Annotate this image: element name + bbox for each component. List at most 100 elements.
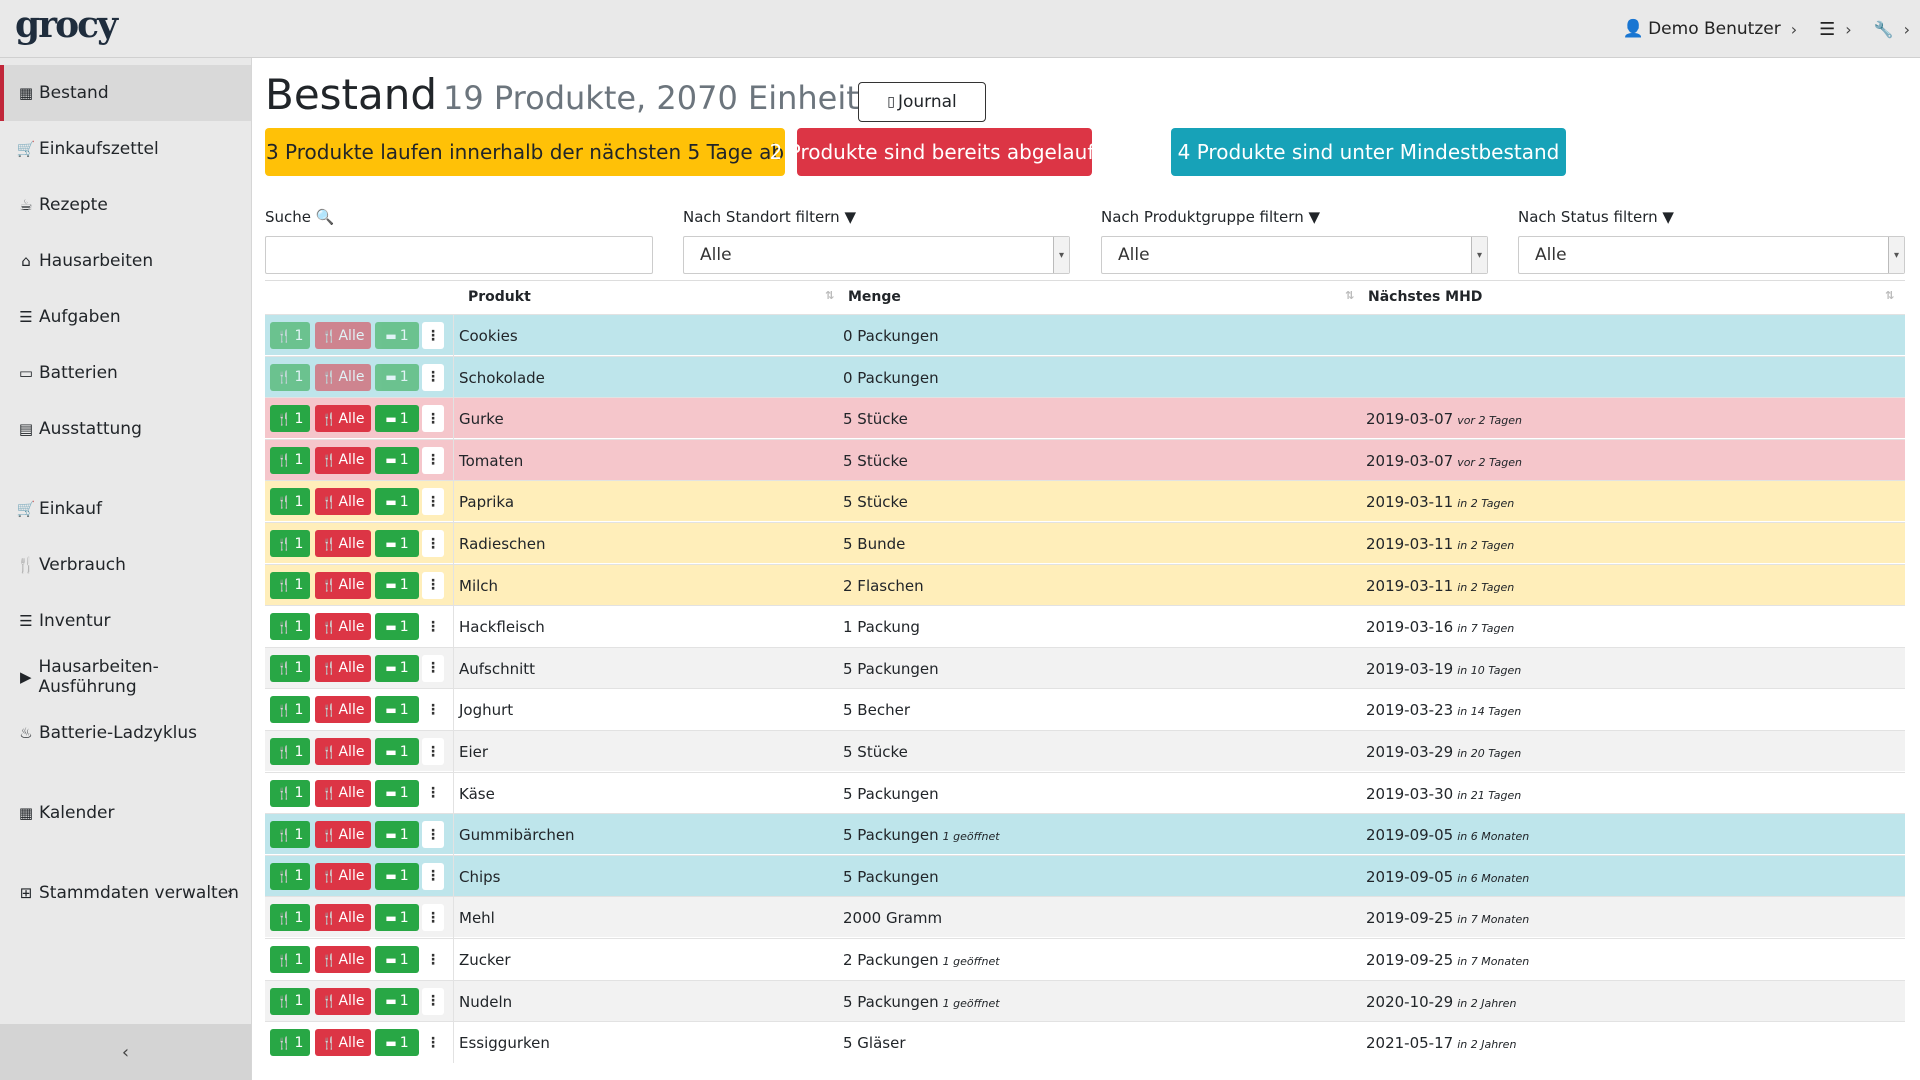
group-filter-select[interactable]: Alle ▾ bbox=[1101, 236, 1488, 274]
sort-icon[interactable]: ⇅ bbox=[1345, 289, 1354, 302]
sidebar-item-kalender[interactable]: ▦ Kalender bbox=[0, 785, 251, 841]
consume-one-button[interactable]: 🍴 1 bbox=[270, 322, 310, 349]
product-name[interactable]: Hackfleisch bbox=[459, 618, 545, 636]
consume-all-button[interactable]: 🍴 Alle bbox=[315, 405, 371, 433]
product-name[interactable]: Cookies bbox=[459, 327, 518, 345]
sidebar-item-einkaufszettel[interactable]: 🛒 Einkaufszettel bbox=[0, 121, 251, 177]
open-one-button[interactable]: ▬ 1 bbox=[375, 530, 419, 557]
consume-one-button[interactable]: 🍴 1 bbox=[270, 862, 310, 890]
alert-due-soon[interactable]: 3 Produkte laufen innerhalb der nächsten… bbox=[265, 128, 785, 176]
sidebar-item-stammdaten[interactable]: ⊞ Stammdaten verwalten › bbox=[0, 865, 251, 921]
consume-all-button[interactable]: 🍴 Alle bbox=[315, 571, 371, 599]
more-actions-button[interactable]: ⋮ bbox=[422, 779, 444, 807]
product-name[interactable]: Radieschen bbox=[459, 535, 546, 553]
sidebar-item-einkauf[interactable]: 🛒 Einkauf bbox=[0, 481, 251, 537]
product-name[interactable]: Käse bbox=[459, 785, 495, 803]
sidebar-item-verbrauch[interactable]: 🍴 Verbrauch bbox=[0, 537, 251, 593]
consume-all-button[interactable]: 🍴 Alle bbox=[315, 488, 371, 516]
open-one-button[interactable]: ▬ 1 bbox=[375, 654, 419, 682]
open-one-button[interactable]: ▬ 1 bbox=[375, 613, 419, 641]
consume-all-button[interactable]: 🍴 Alle bbox=[315, 1029, 371, 1057]
product-name[interactable]: Gurke bbox=[459, 410, 504, 428]
grocy-logo[interactable]: grocy bbox=[15, 4, 118, 46]
open-one-button[interactable]: ▬ 1 bbox=[375, 987, 419, 1015]
product-name[interactable]: Gummibärchen bbox=[459, 826, 575, 844]
consume-one-button[interactable]: 🍴 1 bbox=[270, 821, 310, 849]
alert-expired[interactable]: 2 Produkte sind bereits abgelaufen bbox=[770, 128, 1119, 176]
more-actions-button[interactable]: ⋮ bbox=[422, 571, 444, 599]
location-filter-select[interactable]: Alle ▾ bbox=[683, 236, 1070, 274]
more-actions-button[interactable]: ⋮ bbox=[422, 322, 444, 349]
consume-one-button[interactable]: 🍴 1 bbox=[270, 779, 310, 807]
column-header-due[interactable]: Nächstes MHD bbox=[1368, 289, 1482, 305]
open-one-button[interactable]: ▬ 1 bbox=[375, 779, 419, 807]
consume-all-button[interactable]: 🍴 Alle bbox=[315, 613, 371, 641]
more-actions-button[interactable]: ⋮ bbox=[422, 946, 444, 973]
consume-one-button[interactable]: 🍴 1 bbox=[270, 405, 310, 433]
sidebar-item-hausarbeiten-ausfuehrung[interactable]: ▶ Hausarbeiten-Ausführung bbox=[0, 649, 251, 705]
product-name[interactable]: Joghurt bbox=[459, 701, 513, 719]
more-actions-button[interactable]: ⋮ bbox=[422, 904, 444, 932]
open-one-button[interactable]: ▬ 1 bbox=[375, 738, 419, 765]
product-name[interactable]: Eier bbox=[459, 743, 488, 761]
more-actions-button[interactable]: ⋮ bbox=[422, 862, 444, 890]
status-filter-select[interactable]: Alle ▾ bbox=[1518, 236, 1905, 274]
consume-one-button[interactable]: 🍴 1 bbox=[270, 363, 310, 391]
more-actions-button[interactable]: ⋮ bbox=[422, 405, 444, 433]
consume-all-button[interactable]: 🍴 Alle bbox=[315, 904, 371, 932]
consume-all-button[interactable]: 🍴 Alle bbox=[315, 987, 371, 1015]
tools-menu[interactable]: 🔧 › bbox=[1874, 20, 1910, 39]
more-actions-button[interactable]: ⋮ bbox=[422, 821, 444, 849]
consume-all-button[interactable]: 🍴 Alle bbox=[315, 363, 371, 391]
sidebar-item-rezepte[interactable]: ☕ Rezepte bbox=[0, 177, 251, 233]
product-name[interactable]: Chips bbox=[459, 868, 500, 886]
consume-all-button[interactable]: 🍴 Alle bbox=[315, 779, 371, 807]
product-name[interactable]: Paprika bbox=[459, 493, 514, 511]
product-name[interactable]: Essiggurken bbox=[459, 1034, 550, 1052]
alert-below-min-stock[interactable]: 4 Produkte sind unter Mindestbestand bbox=[1171, 128, 1566, 176]
consume-one-button[interactable]: 🍴 1 bbox=[270, 488, 310, 516]
product-name[interactable]: Schokolade bbox=[459, 369, 545, 387]
consume-one-button[interactable]: 🍴 1 bbox=[270, 613, 310, 641]
consume-one-button[interactable]: 🍴 1 bbox=[270, 946, 310, 973]
sidebar-item-batterien[interactable]: ▭ Batterien bbox=[0, 345, 251, 401]
consume-one-button[interactable]: 🍴 1 bbox=[270, 738, 310, 765]
consume-one-button[interactable]: 🍴 1 bbox=[270, 696, 310, 724]
consume-all-button[interactable]: 🍴 Alle bbox=[315, 862, 371, 890]
product-name[interactable]: Aufschnitt bbox=[459, 660, 535, 678]
sidebar-item-hausarbeiten[interactable]: ⌂ Hausarbeiten bbox=[0, 233, 251, 289]
consume-all-button[interactable]: 🍴 Alle bbox=[315, 530, 371, 557]
consume-all-button[interactable]: 🍴 Alle bbox=[315, 696, 371, 724]
search-input[interactable] bbox=[265, 236, 653, 274]
more-actions-button[interactable]: ⋮ bbox=[422, 613, 444, 641]
consume-one-button[interactable]: 🍴 1 bbox=[270, 904, 310, 932]
more-actions-button[interactable]: ⋮ bbox=[422, 363, 444, 391]
product-name[interactable]: Tomaten bbox=[459, 452, 523, 470]
sidebar-item-aufgaben[interactable]: ☰ Aufgaben bbox=[0, 289, 251, 345]
more-actions-button[interactable]: ⋮ bbox=[422, 987, 444, 1015]
sort-icon[interactable]: ⇅ bbox=[1885, 289, 1894, 302]
column-header-product[interactable]: Produkt bbox=[468, 289, 531, 305]
open-one-button[interactable]: ▬ 1 bbox=[375, 405, 419, 433]
consume-one-button[interactable]: 🍴 1 bbox=[270, 987, 310, 1015]
more-actions-button[interactable]: ⋮ bbox=[422, 488, 444, 516]
consume-all-button[interactable]: 🍴 Alle bbox=[315, 446, 371, 474]
product-name[interactable]: Mehl bbox=[459, 909, 495, 927]
open-one-button[interactable]: ▬ 1 bbox=[375, 946, 419, 973]
sidebar-item-batterie-ladezyklus[interactable]: ♨ Batterie-Ladzyklus bbox=[0, 705, 251, 761]
open-one-button[interactable]: ▬ 1 bbox=[375, 363, 419, 391]
consume-all-button[interactable]: 🍴 Alle bbox=[315, 654, 371, 682]
consume-one-button[interactable]: 🍴 1 bbox=[270, 530, 310, 557]
sidebar-collapse-button[interactable]: ‹ bbox=[0, 1024, 251, 1080]
sort-icon[interactable]: ⇅ bbox=[825, 289, 834, 302]
consume-one-button[interactable]: 🍴 1 bbox=[270, 571, 310, 599]
column-header-amount[interactable]: Menge bbox=[848, 289, 901, 305]
more-actions-button[interactable]: ⋮ bbox=[422, 530, 444, 557]
product-name[interactable]: Milch bbox=[459, 577, 498, 595]
open-one-button[interactable]: ▬ 1 bbox=[375, 904, 419, 932]
journal-button[interactable]: ▯ Journal bbox=[858, 82, 986, 122]
more-actions-button[interactable]: ⋮ bbox=[422, 1029, 444, 1057]
consume-one-button[interactable]: 🍴 1 bbox=[270, 446, 310, 474]
more-actions-button[interactable]: ⋮ bbox=[422, 696, 444, 724]
open-one-button[interactable]: ▬ 1 bbox=[375, 446, 419, 474]
